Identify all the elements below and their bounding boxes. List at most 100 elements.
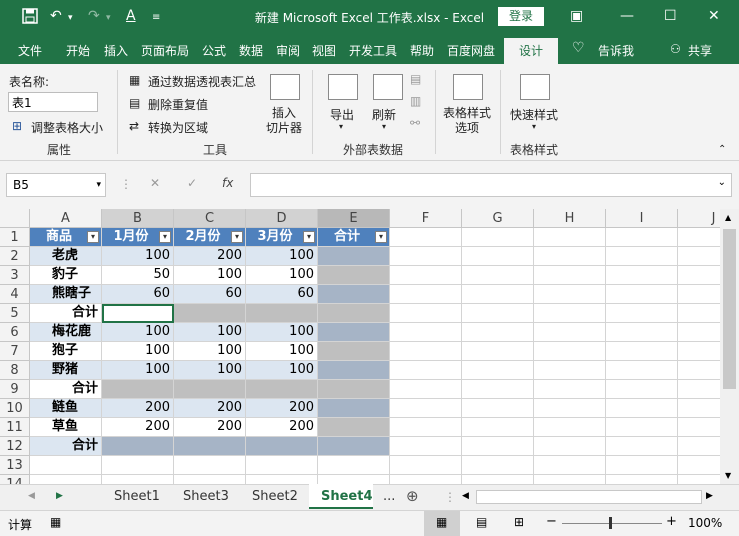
convert-to-range-button[interactable]: 转换为区域 — [148, 119, 208, 136]
cell-h14[interactable] — [534, 475, 606, 484]
cell-g11[interactable] — [462, 418, 534, 437]
cell-h12[interactable] — [534, 437, 606, 456]
cell-i12[interactable] — [606, 437, 678, 456]
cell-i5[interactable] — [606, 304, 678, 323]
cell-j10[interactable] — [678, 399, 720, 418]
login-button[interactable]: 登录 — [498, 7, 544, 26]
cell-b1[interactable]: 1月份 ▾ — [102, 228, 174, 247]
export-button[interactable]: 导出 — [330, 106, 354, 123]
scroll-up-icon[interactable]: ▲ — [725, 213, 731, 222]
cell-e1[interactable]: 合计 ▾ — [318, 228, 390, 247]
cell-g3[interactable] — [462, 266, 534, 285]
row-header[interactable]: 9 — [0, 380, 30, 399]
scroll-right-icon[interactable]: ▶ — [706, 491, 713, 501]
cell-a3[interactable]: 豹子 — [30, 266, 102, 285]
tab-insert[interactable]: 插入 — [104, 42, 128, 59]
minimize-button[interactable]: — — [620, 8, 634, 24]
tab-home[interactable]: 开始 — [66, 42, 90, 59]
cell-i8[interactable] — [606, 361, 678, 380]
refresh-button[interactable]: 刷新 — [372, 106, 396, 123]
cell-d2[interactable]: 100 — [246, 247, 318, 266]
cell-i2[interactable] — [606, 247, 678, 266]
page-break-view-icon[interactable]: ⊞ — [514, 515, 524, 529]
page-layout-view-icon[interactable]: ▤ — [476, 515, 487, 529]
cell-i7[interactable] — [606, 342, 678, 361]
cell-g10[interactable] — [462, 399, 534, 418]
cell-f13[interactable] — [390, 456, 462, 475]
macro-record-icon[interactable]: ▦ — [50, 515, 61, 529]
more-sheets-button[interactable]: ... — [383, 489, 395, 504]
cell-e9[interactable] — [318, 380, 390, 399]
sheet-tab-sheet2[interactable]: Sheet2 — [252, 489, 298, 504]
add-sheet-icon[interactable]: ⊕ — [406, 487, 419, 505]
cell-h6[interactable] — [534, 323, 606, 342]
cell-g8[interactable] — [462, 361, 534, 380]
cell-j5[interactable] — [678, 304, 720, 323]
cell-c6[interactable]: 100 — [174, 323, 246, 342]
cell-b13[interactable] — [102, 456, 174, 475]
cell-e7[interactable] — [318, 342, 390, 361]
scroll-down-icon[interactable]: ▼ — [725, 471, 731, 480]
cell-c5[interactable] — [174, 304, 246, 323]
column-header-f[interactable]: F — [390, 209, 462, 228]
cell-b10[interactable]: 200 — [102, 399, 174, 418]
tab-view[interactable]: 视图 — [312, 42, 336, 59]
cell-e4[interactable] — [318, 285, 390, 304]
zoom-slider-thumb[interactable] — [609, 517, 612, 529]
column-header-d[interactable]: D — [246, 209, 318, 228]
cell-f10[interactable] — [390, 399, 462, 418]
name-box-dropdown-icon[interactable]: ▾ — [96, 174, 101, 196]
cell-g2[interactable] — [462, 247, 534, 266]
row-header[interactable]: 7 — [0, 342, 30, 361]
cell-c9[interactable] — [174, 380, 246, 399]
cell-e12[interactable] — [318, 437, 390, 456]
cell-e3[interactable] — [318, 266, 390, 285]
filter-dropdown-icon[interactable]: ▾ — [375, 231, 387, 243]
properties-small-icon[interactable]: ▤ — [410, 72, 421, 86]
cell-f6[interactable] — [390, 323, 462, 342]
resize-table-button[interactable]: 调整表格大小 — [31, 119, 103, 136]
cell-d14[interactable] — [246, 475, 318, 484]
style-options-button[interactable]: 表格样式 选项 — [443, 106, 491, 136]
column-header-c[interactable]: C — [174, 209, 246, 228]
cell-f3[interactable] — [390, 266, 462, 285]
name-box[interactable]: B5 ▾ — [6, 173, 106, 197]
cell-d8[interactable]: 100 — [246, 361, 318, 380]
column-header-a[interactable]: A — [30, 209, 102, 228]
cell-h2[interactable] — [534, 247, 606, 266]
cell-g1[interactable] — [462, 228, 534, 247]
cell-h9[interactable] — [534, 380, 606, 399]
cell-j11[interactable] — [678, 418, 720, 437]
cell-d5[interactable] — [246, 304, 318, 323]
row-header[interactable]: 2 — [0, 247, 30, 266]
cell-h4[interactable] — [534, 285, 606, 304]
formula-input[interactable]: ⌄ — [250, 173, 732, 197]
cell-b4[interactable]: 60 — [102, 285, 174, 304]
sheet-tab-active[interactable]: Sheet4 — [309, 484, 373, 509]
cell-c3[interactable]: 100 — [174, 266, 246, 285]
select-all-corner[interactable] — [0, 209, 30, 228]
sheet-tab-sheet3[interactable]: Sheet3 — [183, 489, 229, 504]
cell-f5[interactable] — [390, 304, 462, 323]
cell-j6[interactable] — [678, 323, 720, 342]
tab-baidu-netdisk[interactable]: 百度网盘 — [447, 42, 495, 59]
cell-c1[interactable]: 2月份 ▾ — [174, 228, 246, 247]
cell-e13[interactable] — [318, 456, 390, 475]
cell-g12[interactable] — [462, 437, 534, 456]
zoom-level[interactable]: 100% — [688, 516, 722, 530]
filter-dropdown-icon[interactable]: ▾ — [87, 231, 99, 243]
cell-e10[interactable] — [318, 399, 390, 418]
cell-c13[interactable] — [174, 456, 246, 475]
column-header-j[interactable]: J — [678, 209, 720, 228]
cell-j8[interactable] — [678, 361, 720, 380]
cell-a8[interactable]: 野猪 — [30, 361, 102, 380]
cell-j1[interactable] — [678, 228, 720, 247]
cell-f14[interactable] — [390, 475, 462, 484]
cell-a10[interactable]: 鲢鱼 — [30, 399, 102, 418]
quick-styles-dropdown-icon[interactable]: ▾ — [532, 122, 536, 131]
cell-h5[interactable] — [534, 304, 606, 323]
zoom-slider[interactable] — [562, 523, 662, 524]
worksheet-grid[interactable]: A B C D E F G H I J 1 商品 ▾ 1月份 ▾ 2月份 ▾ 3月份 ▾ 合计 ▾ 2 老虎 100 200 10… — [0, 209, 720, 484]
tab-developer[interactable]: 开发工具 — [349, 42, 397, 59]
cell-b11[interactable]: 200 — [102, 418, 174, 437]
